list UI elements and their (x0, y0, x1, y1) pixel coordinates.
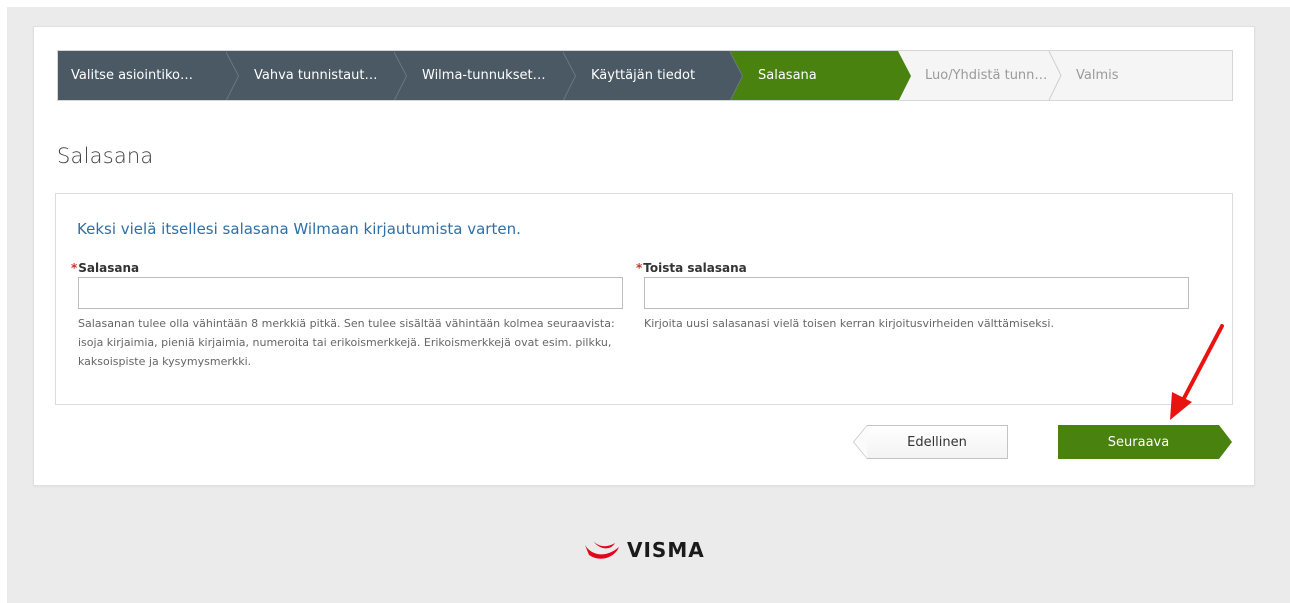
password-label-text: Salasana (78, 261, 140, 275)
wizard-step-label: Luo/Yhdistä tunn… (925, 68, 1048, 83)
wizard-step-label: Wilma-tunnukset… (422, 68, 546, 83)
visma-logo: VISMA (583, 538, 705, 562)
wizard-step-1[interactable]: Valitse asiointiko… (58, 51, 239, 100)
wizard-step-3[interactable]: Wilma-tunnukset… (393, 51, 576, 100)
visma-logo-mark-icon (585, 541, 619, 559)
form-intro: Keksi vielä itsellesi salasana Wilmaan k… (77, 220, 521, 238)
password-repeat-help-text: Kirjoita uusi salasanasi vielä toisen ke… (644, 317, 1054, 330)
wizard-step-6: Luo/Yhdistä tunn… (898, 51, 1062, 100)
wizard-step-5-current: Salasana (729, 51, 911, 100)
wizard-step-label: Valmis (1076, 68, 1119, 83)
required-marker: * (636, 261, 643, 275)
wizard-step-label: Vahva tunnistaut… (254, 68, 378, 83)
password-form: Keksi vielä itsellesi salasana Wilmaan k… (55, 193, 1233, 405)
password-repeat-input[interactable] (644, 277, 1189, 309)
registration-card: Valitse asiointiko… Vahva tunnistaut… Wi… (33, 26, 1255, 486)
wizard-step-4[interactable]: Käyttäjän tiedot (562, 51, 743, 100)
required-marker: * (71, 261, 78, 275)
next-button[interactable]: Seuraava (1058, 425, 1232, 459)
visma-logo-text: VISMA (627, 538, 705, 562)
password-input[interactable] (78, 277, 623, 309)
password-repeat-label-text: Toista salasana (643, 261, 747, 275)
wizard-step-label: Salasana (758, 68, 817, 83)
wizard-steps: Valitse asiointiko… Vahva tunnistaut… Wi… (57, 50, 1233, 101)
wizard-step-7: Valmis (1062, 51, 1232, 100)
annotation-arrow-icon (1170, 324, 1224, 420)
wizard-step-label: Valitse asiointiko… (71, 68, 193, 83)
page-title: Salasana (57, 144, 154, 168)
password-label: *Salasana (71, 261, 139, 275)
previous-button[interactable]: Edellinen (853, 425, 1008, 459)
wizard-step-2[interactable]: Vahva tunnistaut… (225, 51, 407, 100)
password-repeat-label: *Toista salasana (636, 261, 747, 275)
password-help-text: Salasanan tulee olla vähintään 8 merkkiä… (78, 317, 615, 368)
wizard-step-label: Käyttäjän tiedot (591, 68, 696, 83)
step-separator-icon (1048, 51, 1062, 100)
